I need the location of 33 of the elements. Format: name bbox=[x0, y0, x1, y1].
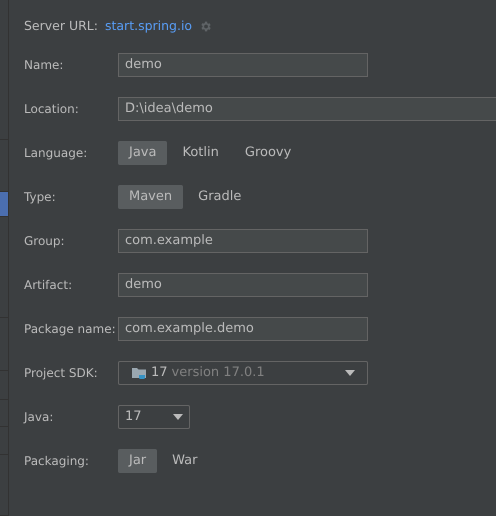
segment-option[interactable]: Maven bbox=[118, 185, 184, 209]
sdk-name: 17 bbox=[151, 364, 168, 382]
server-url-link[interactable]: start.spring.io bbox=[104, 16, 192, 36]
sdk-version: version 17.0.1 bbox=[172, 364, 265, 382]
settings-icon[interactable] bbox=[199, 20, 212, 32]
text-field[interactable]: com.example.demo bbox=[118, 317, 368, 341]
text-field[interactable]: D:\idea\demo bbox=[118, 97, 496, 121]
field-label: Name: bbox=[24, 57, 64, 74]
folder-icon bbox=[131, 365, 147, 381]
java-dropdown[interactable]: 17 bbox=[118, 405, 190, 429]
field-label: Location: bbox=[24, 101, 80, 118]
segment-option[interactable]: Java bbox=[118, 141, 168, 165]
text-field[interactable]: demo bbox=[118, 273, 368, 297]
field-label: Project SDK: bbox=[24, 365, 99, 382]
sdk-dropdown[interactable]: 17 version 17.0.1 bbox=[118, 361, 368, 385]
text-field[interactable]: com.example bbox=[118, 229, 368, 253]
segment-option[interactable]: War bbox=[161, 449, 208, 473]
field-label: Artifact: bbox=[24, 277, 74, 294]
segment-option[interactable]: Groovy bbox=[234, 141, 302, 165]
field-label: Type: bbox=[24, 189, 57, 206]
field-label: Package name: bbox=[24, 321, 117, 338]
field-label: Packaging: bbox=[24, 453, 90, 470]
sidebar-item[interactable] bbox=[0, 192, 8, 217]
field-label: Group: bbox=[24, 233, 66, 250]
segment-option[interactable]: Jar bbox=[118, 449, 158, 473]
server-url-label: Server URL: bbox=[24, 16, 98, 35]
dropdown-caret-icon bbox=[173, 414, 183, 420]
field-label: Java: bbox=[24, 409, 54, 426]
segment-option[interactable]: Kotlin bbox=[171, 141, 230, 165]
field-label: Language: bbox=[24, 145, 88, 162]
text-field[interactable]: demo bbox=[118, 53, 368, 77]
dropdown-caret-icon bbox=[345, 370, 355, 376]
segment-option[interactable]: Gradle bbox=[187, 185, 252, 209]
